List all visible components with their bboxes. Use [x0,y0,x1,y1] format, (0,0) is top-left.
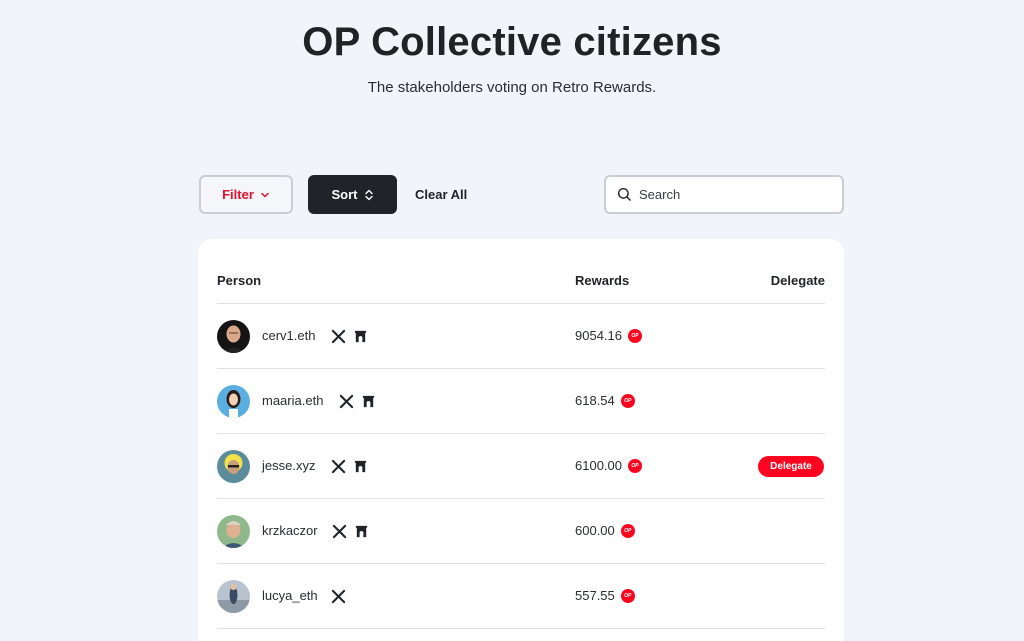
sort-updown-icon [364,189,373,200]
table-row[interactable]: jesse.xyz 6100.00 OP Delegate [217,434,825,499]
farcaster-icon[interactable] [353,459,368,474]
table-row[interactable]: krzkaczor 600.00 OP [217,499,825,564]
person-name[interactable]: maaria.eth [262,393,323,408]
avatar[interactable] [217,320,250,353]
reward-amount: 6100.00 OP [575,458,642,473]
page-subtitle: The stakeholders voting on Retro Rewards… [367,79,657,96]
avatar[interactable] [217,450,250,483]
sort-button[interactable]: Sort [308,175,397,214]
social-links [331,589,346,604]
op-token-icon: OP [628,458,642,473]
op-token-icon: OP [628,328,642,343]
column-header-delegate: Delegate [770,273,825,288]
reward-value: 557.55 [575,588,615,603]
x-icon[interactable] [332,524,347,539]
delegate-button[interactable]: Delegate [758,456,824,477]
column-header-person: Person [217,273,262,288]
reward-amount: 600.00 OP [575,523,635,538]
x-icon[interactable] [331,329,346,344]
x-icon[interactable] [331,589,346,604]
table-header: Person Rewards Delegate [217,239,825,304]
person-name[interactable]: krzkaczor [262,523,318,538]
search-input[interactable] [639,187,819,202]
table-row[interactable]: cerv1.eth 9054.16 OP [217,304,825,369]
avatar[interactable] [217,515,250,548]
column-header-rewards: Rewards [575,273,630,288]
avatar[interactable] [217,580,250,613]
table-row[interactable]: lucya_eth 557.55 OP [217,564,825,629]
filter-button-label: Filter [222,187,254,202]
x-icon[interactable] [339,394,354,409]
reward-value: 6100.00 [575,458,622,473]
page-title: OP Collective citizens [302,20,722,64]
citizens-table: Person Rewards Delegate cerv1.eth 9054.1… [198,239,844,641]
reward-amount: 618.54 OP [575,393,635,408]
chevron-down-icon [261,192,269,197]
farcaster-icon[interactable] [353,329,368,344]
op-token-icon: OP [620,523,635,538]
person-name[interactable]: cerv1.eth [262,328,315,343]
person-name[interactable]: jesse.xyz [262,458,315,473]
table-row[interactable]: maaria.eth 618.54 OP [217,369,825,434]
reward-value: 9054.16 [575,328,622,343]
sort-button-label: Sort [331,187,358,202]
op-token-icon: OP [620,393,635,408]
person-name[interactable]: lucya_eth [262,588,318,603]
clear-all-button[interactable]: Clear All [415,187,467,202]
op-token-icon: OP [620,588,635,603]
farcaster-icon[interactable] [354,524,369,539]
filter-button[interactable]: Filter [199,175,293,214]
social-links [339,394,376,409]
reward-value: 600.00 [575,523,615,538]
reward-amount: 9054.16 OP [575,328,642,343]
reward-amount: 557.55 OP [575,588,635,603]
search-icon [617,187,631,201]
farcaster-icon[interactable] [361,394,376,409]
x-icon[interactable] [331,459,346,474]
reward-value: 618.54 [575,393,615,408]
social-links [331,459,368,474]
social-links [331,329,368,344]
avatar[interactable] [217,385,250,418]
social-links [332,524,369,539]
search-box[interactable] [604,175,844,214]
